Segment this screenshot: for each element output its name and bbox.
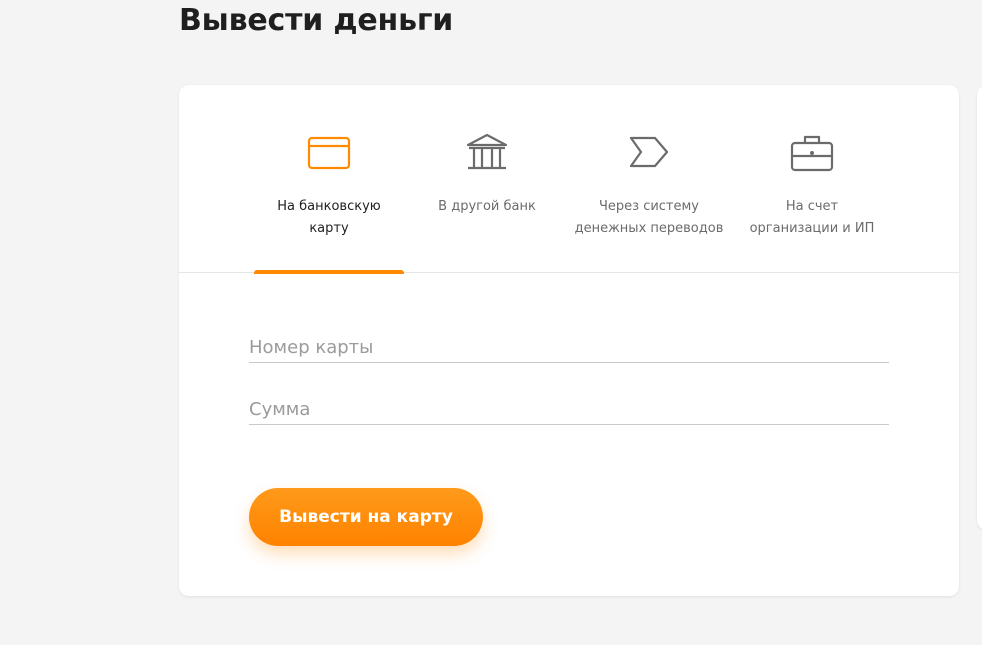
withdraw-page: Вывести деньги На банковскую карту В дру… — [0, 0, 982, 645]
withdraw-method-tabs: На банковскую карту В другой банк Через … — [179, 85, 959, 274]
withdraw-form — [249, 325, 889, 449]
withdraw-card: На банковскую карту В другой банк Через … — [179, 85, 959, 596]
tab-other-bank[interactable]: В другой банк — [407, 85, 567, 273]
transfer-tag-icon — [627, 133, 671, 175]
amount-input[interactable] — [249, 399, 889, 420]
credit-card-icon — [307, 133, 351, 175]
card-number-input[interactable] — [249, 337, 889, 358]
withdraw-to-card-button[interactable]: Вывести на карту — [249, 488, 483, 546]
tab-label: В другой банк — [438, 199, 536, 214]
bank-icon — [465, 133, 509, 175]
page-title: Вывести деньги — [179, 3, 454, 38]
active-tab-indicator — [254, 270, 404, 274]
card-number-field — [249, 325, 889, 363]
tab-organization-account[interactable]: На счет организации и ИП — [732, 85, 892, 273]
tab-bank-card[interactable]: На банковскую карту — [249, 85, 409, 274]
side-panel — [977, 85, 982, 530]
tab-label: На счет организации и ИП — [749, 199, 875, 236]
briefcase-icon — [790, 133, 834, 175]
tab-money-transfer[interactable]: Через систему денежных переводов — [569, 85, 729, 273]
tab-label: На банковскую карту — [277, 199, 381, 236]
tab-label: Через систему денежных переводов — [574, 199, 724, 236]
amount-field — [249, 387, 889, 425]
